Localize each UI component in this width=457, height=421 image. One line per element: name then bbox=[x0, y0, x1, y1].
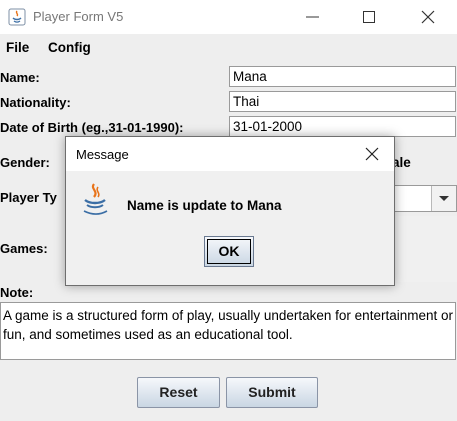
minimize-icon[interactable] bbox=[293, 0, 339, 34]
title-bar[interactable]: Player Form V5 bbox=[0, 0, 457, 34]
dialog-title: Message bbox=[76, 147, 129, 162]
dialog-title-bar[interactable]: Message bbox=[66, 137, 394, 171]
ok-button[interactable]: OK bbox=[204, 236, 254, 267]
menu-bar: File Config bbox=[0, 34, 457, 62]
java-icon bbox=[80, 182, 110, 216]
name-field[interactable]: Mana bbox=[229, 66, 456, 87]
menu-config[interactable]: Config bbox=[48, 40, 91, 55]
chevron-down-icon[interactable] bbox=[431, 186, 456, 211]
name-label: Name: bbox=[0, 70, 40, 85]
reset-button[interactable]: Reset bbox=[137, 377, 220, 408]
close-icon[interactable] bbox=[350, 137, 394, 171]
menu-file[interactable]: File bbox=[6, 40, 29, 55]
window-title: Player Form V5 bbox=[33, 9, 124, 24]
nationality-label: Nationality: bbox=[0, 95, 71, 110]
games-label: Games: bbox=[0, 241, 48, 256]
note-label: Note: bbox=[0, 285, 34, 300]
maximize-icon[interactable] bbox=[347, 0, 393, 34]
note-textarea[interactable]: A game is a structured form of play, usu… bbox=[0, 302, 456, 360]
player-type-label: Player Ty bbox=[0, 190, 57, 205]
message-dialog: Message Name is update to Mana OK bbox=[65, 136, 395, 286]
dob-field[interactable]: 31-01-2000 bbox=[229, 116, 456, 137]
nationality-field[interactable]: Thai bbox=[229, 91, 456, 112]
dialog-message: Name is update to Mana bbox=[127, 198, 282, 213]
gender-label: Gender: bbox=[0, 155, 50, 170]
submit-button[interactable]: Submit bbox=[226, 377, 318, 408]
java-icon bbox=[8, 8, 26, 26]
close-icon[interactable] bbox=[404, 0, 450, 34]
dob-label: Date of Birth (eg.,31-01-1990): bbox=[0, 120, 184, 135]
